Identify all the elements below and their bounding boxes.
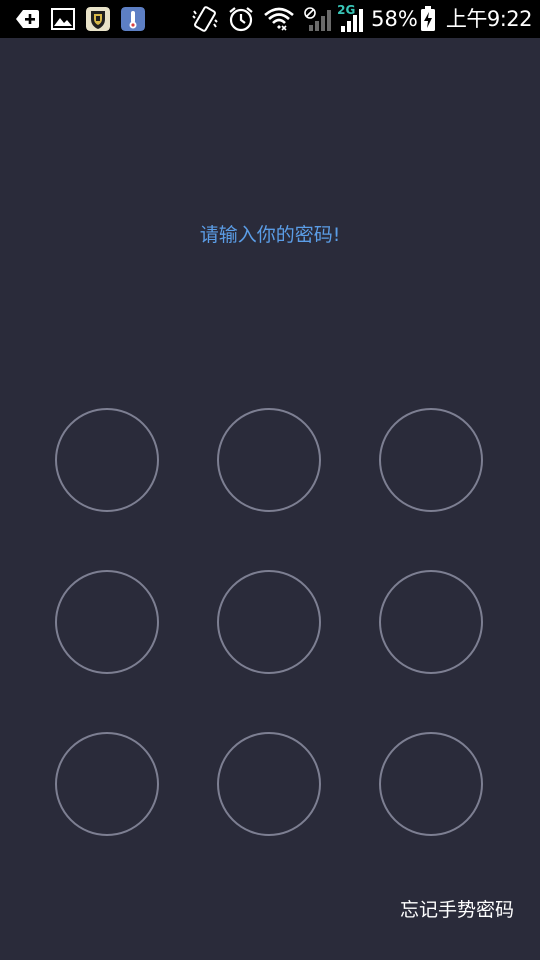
- pattern-dot-4[interactable]: [55, 570, 159, 674]
- pattern-dot-7[interactable]: [55, 732, 159, 836]
- pattern-dot-2[interactable]: [217, 408, 321, 512]
- pattern-dot-1[interactable]: [55, 408, 159, 512]
- pattern-dot-5[interactable]: [217, 570, 321, 674]
- pattern-dot-9[interactable]: [379, 732, 483, 836]
- pattern-dot-3[interactable]: [379, 408, 483, 512]
- pattern-lock-grid[interactable]: [0, 0, 540, 960]
- forgot-pattern-link[interactable]: 忘记手势密码: [400, 896, 514, 924]
- pattern-dot-6[interactable]: [379, 570, 483, 674]
- pattern-dot-8[interactable]: [217, 732, 321, 836]
